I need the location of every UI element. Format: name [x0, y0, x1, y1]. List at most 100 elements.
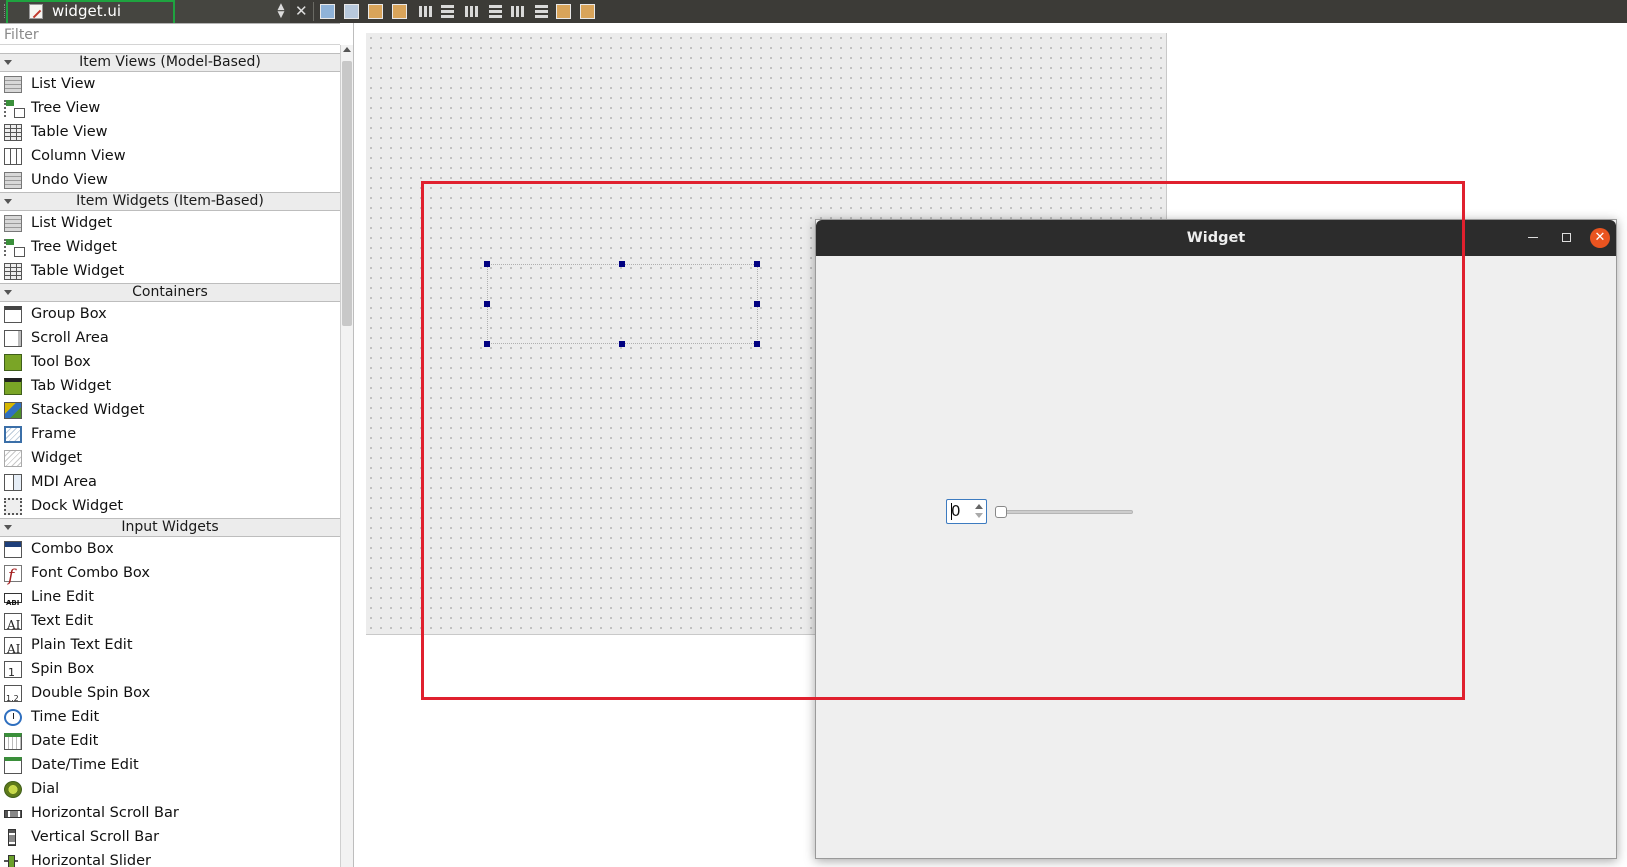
- widget-item-label: Text Edit: [31, 613, 94, 629]
- widget-item-label: Tool Box: [31, 354, 91, 370]
- column-icon: [4, 148, 22, 165]
- maximize-icon[interactable]: [1562, 233, 1571, 242]
- textedit-icon: [4, 637, 22, 661]
- widget-item-label: List View: [31, 76, 96, 92]
- widget-item[interactable]: Plain Text Edit: [0, 633, 340, 661]
- category-title: Item Widgets (Item-Based): [76, 193, 264, 209]
- layout-bar: [475, 6, 478, 17]
- widget-item[interactable]: Line Edit: [0, 585, 340, 615]
- widget-item-label: Tree View: [31, 100, 101, 116]
- layout-bar: [535, 15, 548, 18]
- widget-item[interactable]: Dial: [0, 777, 340, 801]
- layout-bar: [535, 10, 548, 13]
- category-header[interactable]: Item Views (Model-Based): [0, 53, 340, 72]
- list-item-partial[interactable]: [0, 45, 340, 53]
- widget-item[interactable]: Scroll Area: [0, 326, 340, 350]
- widget-item[interactable]: Horizontal Slider: [0, 849, 340, 867]
- combo-icon: [4, 541, 22, 558]
- widget-item[interactable]: Combo Box: [0, 537, 340, 561]
- widget-item-label: Table Widget: [31, 263, 125, 279]
- widget-item[interactable]: Undo View: [0, 168, 340, 192]
- widget-item[interactable]: Widget: [0, 446, 340, 470]
- widget-icon: [4, 450, 22, 467]
- collapse-arrow-icon[interactable]: [4, 60, 12, 65]
- widget-item-label: Undo View: [31, 172, 108, 188]
- hscroll-icon: [4, 810, 22, 818]
- widget-item[interactable]: Vertical Scroll Bar: [0, 825, 340, 849]
- close-form-icon[interactable]: ✕: [295, 2, 308, 20]
- collapse-arrow-icon[interactable]: [4, 290, 12, 295]
- widget-item[interactable]: List View: [0, 72, 340, 96]
- widget-item[interactable]: Font Combo Box: [0, 561, 340, 588]
- layout-grid-icon[interactable]: [534, 4, 549, 19]
- widget-box-panel: Filter Item Views (Model-Based) List View…: [0, 23, 354, 867]
- widget-item[interactable]: Spin Box: [0, 657, 340, 685]
- widget-item[interactable]: Date Edit: [0, 729, 340, 753]
- layout-bar: [489, 10, 502, 13]
- widget-item[interactable]: Tree Widget: [0, 235, 340, 259]
- widget-item[interactable]: Text Edit: [0, 609, 340, 637]
- layout-bar: [521, 6, 524, 17]
- close-window-icon[interactable]: ✕: [1590, 228, 1610, 248]
- form-toolbar: widget.ui ▲ ▼ ✕: [0, 0, 1627, 23]
- widget-item[interactable]: Date/Time Edit: [0, 753, 340, 777]
- category-title: Containers: [132, 284, 208, 300]
- widget-item[interactable]: Horizontal Scroll Bar: [0, 801, 340, 825]
- widget-item[interactable]: Stacked Widget: [0, 398, 340, 422]
- scroll-up-arrow-icon[interactable]: [343, 47, 351, 52]
- minimize-icon[interactable]: [1528, 237, 1538, 238]
- edit-widgets-icon[interactable]: [320, 4, 335, 19]
- layout-form-icon[interactable]: [510, 4, 525, 19]
- widget-box-scrollbar[interactable]: [340, 45, 353, 867]
- break-layout-icon[interactable]: [556, 4, 571, 19]
- layout-bar: [424, 6, 427, 17]
- widget-item[interactable]: List Widget: [0, 211, 340, 235]
- widget-item[interactable]: Frame: [0, 422, 340, 446]
- widget-item[interactable]: Tab Widget: [0, 374, 340, 398]
- edit-signals-slots-icon[interactable]: [344, 4, 359, 19]
- widget-item[interactable]: Group Box: [0, 302, 340, 326]
- widget-item[interactable]: Dock Widget: [0, 494, 340, 518]
- widget-item-label: Dock Widget: [31, 498, 124, 514]
- collapse-arrow-icon[interactable]: [4, 525, 12, 530]
- category-header[interactable]: Item Widgets (Item-Based): [0, 192, 340, 211]
- widget-item-label: Horizontal Slider: [31, 853, 151, 867]
- hslider-icon: [4, 853, 18, 867]
- scroll-thumb[interactable]: [342, 61, 352, 326]
- datetime-icon: [4, 757, 22, 774]
- widget-item-label: Scroll Area: [31, 330, 109, 346]
- adjust-size-icon[interactable]: [580, 4, 595, 19]
- list-icon: [4, 215, 22, 232]
- layout-vertical-icon[interactable]: [440, 4, 455, 19]
- widget-item[interactable]: Tree View: [0, 96, 340, 120]
- layout-horizontal-icon[interactable]: [418, 4, 433, 19]
- mdi-icon: [4, 474, 22, 491]
- widget-item[interactable]: Column View: [0, 144, 340, 168]
- edit-buddies-icon[interactable]: [368, 4, 383, 19]
- widget-item-label: Double Spin Box: [31, 685, 151, 701]
- widget-item-label: MDI Area: [31, 474, 97, 490]
- widget-item[interactable]: MDI Area: [0, 470, 340, 494]
- layout-horizontal-splitter-icon[interactable]: [464, 4, 479, 19]
- layout-bar: [465, 6, 468, 17]
- widget-item-label: Time Edit: [31, 709, 100, 725]
- widget-filter-input[interactable]: Filter: [0, 23, 340, 45]
- spin-icon: [4, 661, 22, 685]
- widget-item[interactable]: Time Edit: [0, 705, 340, 729]
- widget-item[interactable]: Table View: [0, 120, 340, 144]
- widget-item[interactable]: Tool Box: [0, 350, 340, 374]
- layout-vertical-splitter-icon[interactable]: [488, 4, 503, 19]
- collapse-arrow-icon[interactable]: [4, 199, 12, 204]
- widget-item-label: Line Edit: [31, 589, 94, 605]
- widget-item[interactable]: Table Widget: [0, 259, 340, 283]
- edit-tab-order-icon[interactable]: [392, 4, 407, 19]
- category-header[interactable]: Input Widgets: [0, 518, 340, 537]
- font-icon: [4, 564, 22, 588]
- widget-item[interactable]: Double Spin Box: [0, 681, 340, 711]
- category-header[interactable]: Containers: [0, 283, 340, 302]
- category-title: Item Views (Model-Based): [79, 54, 261, 70]
- selector-arrows-icon[interactable]: ▲ ▼: [276, 3, 286, 20]
- list-icon: [4, 76, 22, 93]
- dial-icon: [4, 781, 22, 798]
- time-icon: [4, 709, 22, 726]
